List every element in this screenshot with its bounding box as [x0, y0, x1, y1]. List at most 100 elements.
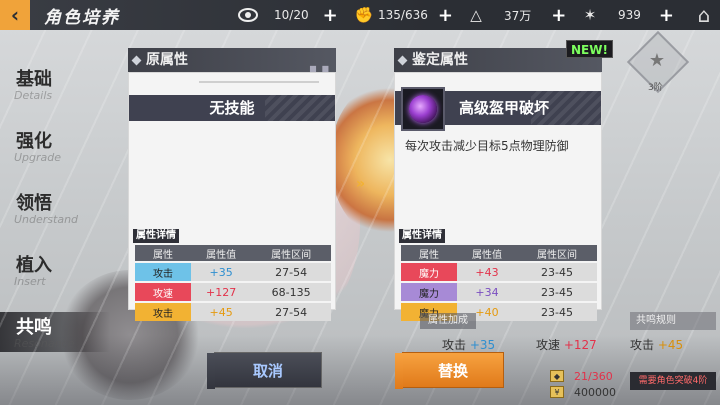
star-burst-icon: ✶ [583, 6, 597, 24]
page-title: 角色培养 [44, 7, 120, 28]
attribute-table: 属性 属性值 属性区间 魔力 +43 23-45 魔力 +34 23-45 魔力… [401, 243, 597, 323]
detail-label: 属性详情 [399, 229, 445, 243]
sidebar-item-upgrade[interactable]: 强化 Upgrade [0, 122, 120, 184]
material-icon: ◆ [550, 370, 564, 382]
skill-name: 无技能 [209, 99, 255, 117]
resonance-rule-button[interactable]: 共鸣规则 [630, 312, 716, 330]
sidebar-item-label: 基础 [16, 69, 52, 90]
attr-tag: 攻击 [135, 263, 191, 281]
sidebar-item-sublabel: Insert [14, 275, 46, 288]
back-button[interactable]: ‹ [0, 0, 30, 30]
attr-tag: 攻速 [135, 283, 191, 301]
identified-attributes-card: 鉴定属性 NEW! 高级盔甲破坏 每次攻击减少目标5点物理防御 属性详情 属性 … [394, 40, 613, 321]
bottom-stat: 攻速 +127 [536, 336, 597, 353]
sidebar-item-resonance[interactable]: 共鸣 Resonance [0, 308, 120, 370]
add-crystal-button[interactable]: + [551, 5, 566, 26]
home-button[interactable]: ⌂ [692, 3, 716, 27]
skill-name-bar: 无技能 [129, 95, 335, 121]
attr-range: 27-54 [251, 263, 331, 281]
replace-button[interactable]: 替换 [395, 352, 504, 389]
hatch-decor [265, 95, 335, 121]
attribute-bonus-label: 属性加成 [420, 313, 476, 329]
card-title: 原属性 [146, 52, 188, 68]
table-header: 属性 属性值 属性区间 [401, 245, 597, 261]
resource-flame-value: 135/636 [378, 8, 428, 22]
attr-range: 23-45 [517, 283, 597, 301]
resource-crystal-value: 37万 [504, 8, 532, 23]
divider [199, 81, 319, 83]
flame-hand-icon: ✊ [354, 6, 374, 24]
gold-coin-icon: ¥ [550, 386, 564, 398]
arrow-icon: » [356, 176, 366, 192]
replace-label: 替换 [437, 362, 468, 380]
orb-icon [409, 95, 437, 123]
column-header: 属性区间 [251, 245, 331, 261]
stat-label: 攻击 [630, 338, 655, 352]
card-body: 高级盔甲破坏 每次攻击减少目标5点物理防御 属性详情 属性 属性值 属性区间 魔… [394, 72, 602, 321]
column-header: 属性 [401, 245, 457, 261]
bottom-stat: 攻击 +35 [442, 336, 495, 353]
table-row: 攻击 +35 27-54 [135, 263, 331, 281]
sidebar-item-label: 共鸣 [16, 317, 52, 338]
stat-label: 攻击 [442, 338, 467, 352]
sidebar-item-label: 领悟 [16, 193, 52, 214]
attr-value: +34 [457, 283, 517, 301]
rank-text: 3阶 [648, 83, 663, 93]
attr-range: 23-45 [517, 303, 597, 321]
attr-value: +127 [191, 283, 252, 301]
item-count: 21/360 [574, 369, 613, 383]
rank-star-icon: ★ [648, 49, 666, 71]
resource-star-value: 939 [618, 8, 641, 22]
cost-item-row: ◆ 21/360 [550, 368, 626, 384]
sidebar: 基础 Details 强化 Upgrade 领悟 Understand 植入 I… [0, 60, 120, 370]
resource-crystal: △ 37万 + [466, 0, 566, 30]
add-star-button[interactable]: + [659, 5, 674, 26]
column-header: 属性值 [457, 245, 517, 261]
attr-tag: 魔力 [401, 283, 457, 301]
resource-star: ✶ 939 + [580, 0, 674, 30]
attr-tag: 攻击 [135, 303, 191, 321]
sidebar-item-label: 强化 [16, 131, 52, 152]
sidebar-item-insert[interactable]: 植入 Insert [0, 246, 120, 308]
resource-eye-value: 10/20 [274, 8, 309, 22]
table-row: 魔力 +34 23-45 [401, 283, 597, 301]
stat-value: +35 [469, 338, 496, 352]
attribute-table: 属性 属性值 属性区间 攻击 +35 27-54 攻速 +127 68-135 … [135, 243, 331, 323]
triangle-crystal-icon: △ [470, 6, 482, 24]
card-header: 原属性 ■ ■ [128, 48, 336, 73]
cancel-label: 取消 [252, 362, 283, 380]
cost-panel: ◆ 21/360 ¥ 400000 [550, 368, 626, 402]
attr-value: +45 [191, 303, 252, 321]
resource-flame: ✊ 135/636 + [354, 0, 453, 30]
sidebar-item-details[interactable]: 基础 Details [0, 60, 120, 122]
column-header: 属性值 [191, 245, 252, 261]
attr-range: 27-54 [251, 303, 331, 321]
column-header: 属性区间 [517, 245, 597, 261]
cost-gold-row: ¥ 400000 [550, 384, 626, 400]
card-title: 鉴定属性 [412, 52, 468, 68]
add-flame-button[interactable]: + [438, 5, 453, 26]
back-arrow-icon: ‹ [10, 3, 20, 27]
attr-range: 23-45 [517, 263, 597, 281]
attr-tag: 魔力 [401, 263, 457, 281]
resource-eye: 10/20 + [238, 0, 338, 30]
purple-orb-skill-icon[interactable] [401, 87, 445, 131]
eye-icon [238, 5, 258, 25]
column-header: 属性 [135, 245, 191, 261]
attr-value: +43 [457, 263, 517, 281]
table-row: 攻击 +45 27-54 [135, 303, 331, 321]
sidebar-item-sublabel: Details [14, 89, 53, 102]
sidebar-item-label: 植入 [16, 255, 52, 276]
new-badge: NEW! [566, 40, 613, 58]
detail-label: 属性详情 [133, 229, 179, 243]
skill-description: 每次攻击减少目标5点物理防御 [405, 139, 569, 153]
bottom-stat: 攻击 +45 [630, 336, 683, 353]
sidebar-item-understand[interactable]: 领悟 Understand [0, 184, 120, 246]
cancel-button[interactable]: 取消 [207, 352, 322, 389]
home-icon: ⌂ [697, 3, 711, 27]
table-row: 攻速 +127 68-135 [135, 283, 331, 301]
add-eye-button[interactable]: + [323, 5, 338, 26]
stat-value: +127 [563, 338, 597, 352]
table-row: 魔力 +43 23-45 [401, 263, 597, 281]
requirement-badge: 需要角色突破4阶 [630, 372, 716, 390]
